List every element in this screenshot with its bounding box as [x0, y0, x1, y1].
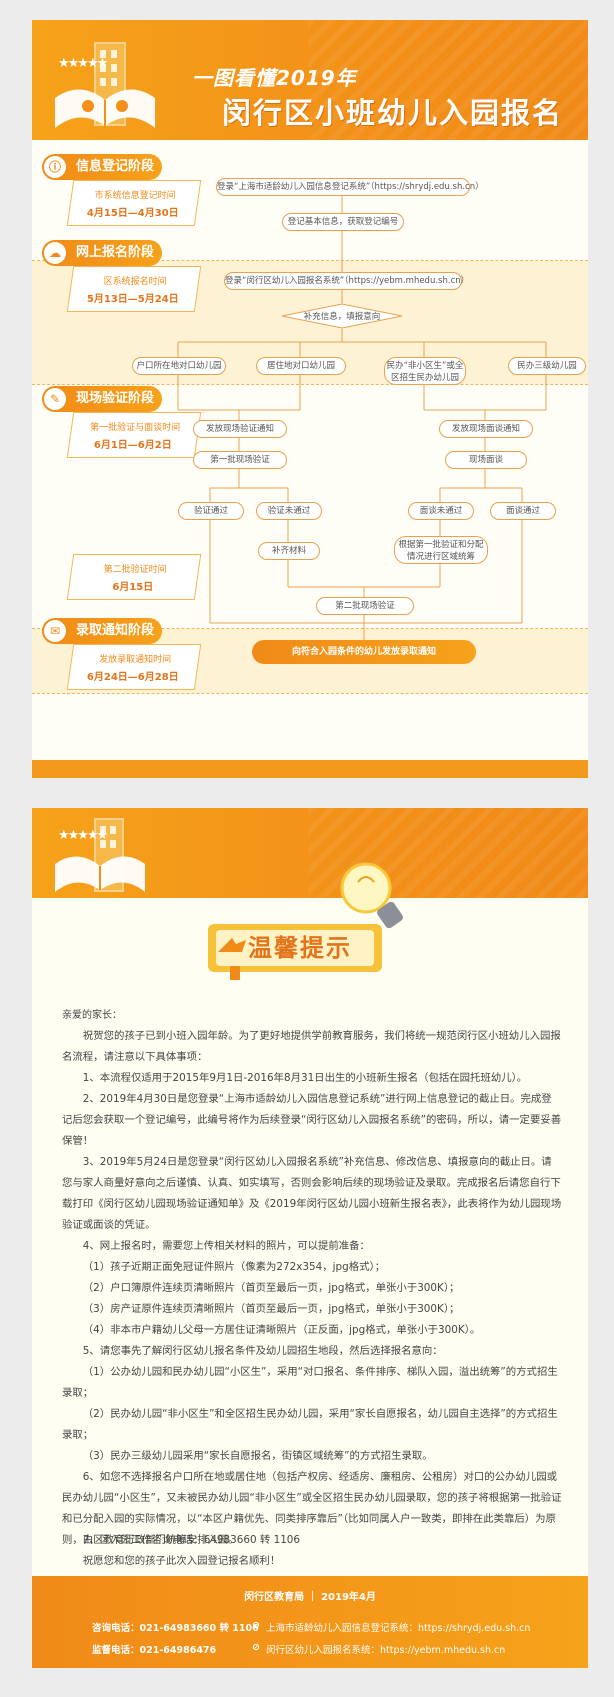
footer-site-district[interactable]: 闵行区幼儿入园报名系统：https://yebm.mhedu.sh.cn — [266, 1642, 505, 1656]
tip-4-4: （4）非本市户籍幼儿父母一方居住证清晰照片（正反面，jpg格式，单张小于300K… — [82, 1324, 481, 1336]
tip-2: 2、2019年4月30日是您登录“上海市适龄幼儿入园信息登记系统”进行网上信息登… — [62, 1093, 562, 1147]
link-icon: ⊘ — [252, 1642, 260, 1653]
flow-chart-card: ★★★★★ 一图看懂2019年 闵行区小班幼儿入园报名流程 — [32, 20, 588, 778]
flow-node-first-verify: 第一批现场验证 — [193, 451, 287, 469]
tip-5: 5、请您事先了解闵行区幼儿报名条件及幼儿园招生地段，然后选择报名意向： — [82, 1345, 443, 1357]
tip-7: 7、区入园工作咨询电话：64983660 转 1106 — [82, 1534, 301, 1546]
info-icon: ⓘ — [44, 156, 66, 178]
notice-icon: ✉ — [44, 620, 66, 642]
flow-node-hukou-kindergarten: 户口所在地对口幼儿园 — [132, 357, 226, 375]
stage-note-second: 第二批验证时间 6月15日 — [66, 554, 202, 600]
flow-node-private-level3: 民办三级幼儿园 — [508, 357, 586, 375]
tips-card: ★★★★★ 温馨提示 亲爱的家长： 祝贺您的孩子已到小班入园年龄。为了更好地提供… — [32, 808, 588, 1668]
stage-pill-info: ⓘ 信息登记阶段 — [42, 154, 162, 180]
tip-4: 4、网上报名时，需要您上传相关材料的照片，可以提前准备： — [82, 1240, 370, 1252]
tips-intro: 祝贺您的孩子已到小班入园年龄。为了更好地提供学前教育服务，我们将统一规范闵行区小… — [62, 1030, 561, 1063]
flow-node-interview-notice: 发放现场面谈通知 — [439, 420, 533, 438]
flow-node-interview-fail: 面谈未通过 — [408, 502, 474, 520]
onsite-icon: ✎ — [44, 388, 66, 410]
tip-4-3: （3）房产证原件连续页清晰照片（首页至最后一页，jpg格式，单张小于300K）； — [82, 1303, 460, 1315]
tips-banner: ★★★★★ — [32, 808, 588, 898]
flow-node-residence-kindergarten: 居住地对口幼儿园 — [256, 357, 346, 375]
tip-5-1: （1）公办幼儿园和民办幼儿园“小区生”，采用“对口报名、条件排序、梯队入园，溢出… — [62, 1366, 558, 1399]
greeting: 亲爱的家长： — [62, 1010, 122, 1021]
online-icon: ☁ — [44, 242, 66, 264]
flow-node-regional-coordination: 根据第一批验证和分配情况进行区域统筹 — [394, 536, 488, 564]
flow-node-supplement: 补齐材料 — [258, 542, 320, 560]
closing-wish: 祝愿您和您的孩子此次入园登记报名顺利！ — [82, 1555, 281, 1567]
stars-icon: ★★★★★ — [58, 828, 108, 843]
tip-5-3: （3）民办三级幼儿园采用“家长自愿报名，街镇区域统筹”的方式招生录取。 — [82, 1450, 433, 1462]
flow-node-login-city: 登录“上海市适龄幼儿入园信息登记系统”（https://shrydj.edu.s… — [216, 178, 484, 196]
flow-node-interview-pass: 面谈通过 — [490, 502, 556, 520]
stage-pill-onsite: ✎ 现场验证阶段 — [42, 386, 162, 412]
stage-note-notice: 发放录取通知时间 6月24日—6月28日 — [66, 644, 202, 690]
tips-footer: 闵行区教育局 ｜ 2019年4月 咨询电话：021-64983660 转 110… — [32, 1576, 588, 1668]
link-icon: ⊘ — [252, 1620, 260, 1631]
flow-node-interview: 现场面谈 — [445, 451, 527, 469]
stage-pill-online: ☁ 网上报名阶段 — [42, 240, 162, 266]
stage-note-online: 区系统报名时间 5月13日—5月24日 — [66, 266, 202, 312]
flow-node-login-district: 登录“闵行区幼儿入园报名系统”（https://yebm.mhedu.sh.cn… — [224, 272, 469, 290]
open-book-icon — [55, 856, 145, 892]
tip-4-1: （1）孩子近期正面免冠证件照片（像素为272x354，jpg格式）； — [82, 1261, 386, 1273]
stage-note-info: 市系统信息登记时间 4月15日—4月30日 — [66, 180, 202, 226]
footer-site-city[interactable]: 上海市适龄幼儿入园信息登记系统：https://shrydj.edu.sh.cn — [266, 1620, 530, 1634]
flow-node-fill-info: 补充信息，填报意向 — [303, 312, 381, 322]
tip-4-2: （2）户口簿原件连续页清晰照片（首页至最后一页，jpg格式，单张小于300K）； — [82, 1282, 460, 1294]
flow-node-verify-fail: 验证未通过 — [256, 502, 322, 520]
stage-note-onsite: 第一批验证与面谈时间 6月1日—6月2日 — [66, 412, 202, 458]
footer-org: 闵行区教育局 ｜ 2019年4月 — [244, 1592, 376, 1603]
tip-5-2: （2）民办幼儿园“非小区生”和全区招生民办幼儿园，采用“家长自愿报名，幼儿园自主… — [62, 1408, 558, 1441]
flow-node-verify-pass: 验证通过 — [178, 502, 244, 520]
stage-pill-notice: ✉ 录取通知阶段 — [42, 618, 162, 644]
footer-consult-phone: 咨询电话：021-64983660 转 1106 — [92, 1623, 259, 1634]
flow-node-admission-notice: 向符合入园条件的幼儿发放录取通知 — [252, 640, 476, 664]
tips-sign-text: 温馨提示 — [248, 934, 352, 962]
tip-3: 3、2019年5月24日是您登录“闵行区幼儿入园报名系统”补充信息、修改信息、填… — [62, 1156, 562, 1231]
flow-node-verify-notice: 发放现场验证通知 — [193, 420, 287, 438]
flow-node-private-nonlocal: 民办“非小区生”或全区招生民办幼儿园 — [384, 357, 466, 385]
flow-node-second-verify: 第二批现场验证 — [316, 597, 414, 615]
footer-supervise-phone: 监督电话：021-64986476 — [92, 1645, 217, 1656]
flow-node-register: 登记基本信息，获取登记编号 — [282, 213, 404, 231]
tip-1: 1、本流程仅适用于2015年9月1日-2016年8月31日出生的小班新生报名（包… — [82, 1072, 528, 1084]
